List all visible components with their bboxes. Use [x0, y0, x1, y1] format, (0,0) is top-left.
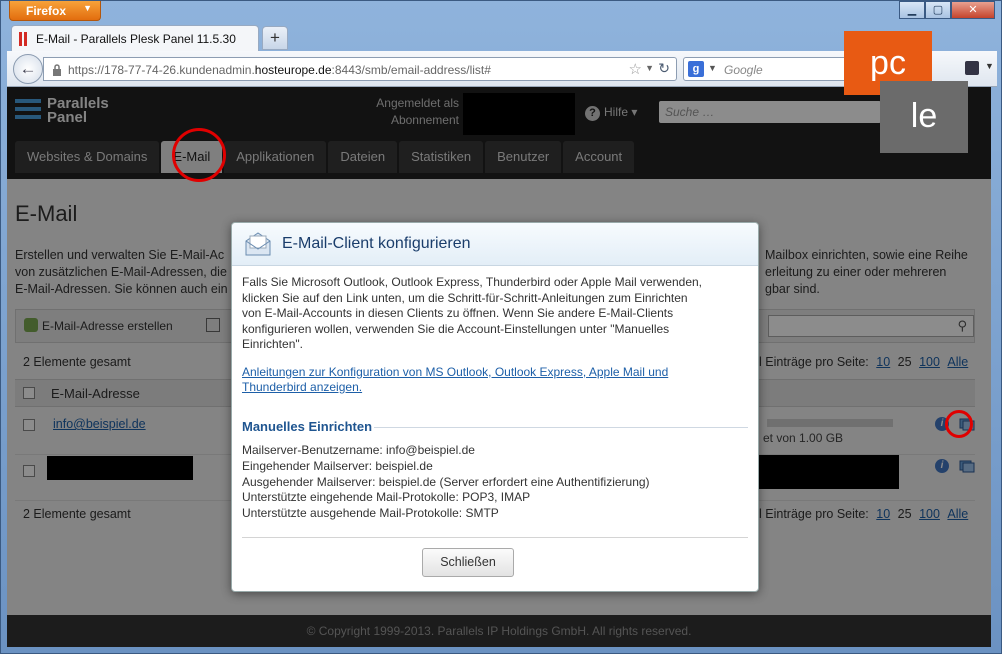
- new-tab-button[interactable]: +: [262, 26, 288, 50]
- mail-client-icon-highlight-circle: [945, 410, 973, 438]
- dialog-title: E-Mail-Client konfigurieren: [282, 235, 471, 252]
- link-line: Anleitungen zur Konfiguration von MS Out…: [242, 364, 669, 379]
- minimize-button[interactable]: ▁: [899, 1, 925, 19]
- firefox-label: Firefox: [26, 4, 67, 18]
- dialog-header: E-Mail-Client konfigurieren: [232, 223, 758, 266]
- detail-line: Unterstützte eingehende Mail-Protokolle:…: [242, 490, 531, 505]
- watermark-logo: le: [880, 81, 968, 153]
- url-prefix: https://178-77-74-26.kundenadmin.: [68, 63, 255, 77]
- manual-setup-details: Mailserver-Benutzername: info@beispiel.d…: [242, 443, 650, 522]
- intro-line: konfigurieren wollen, verwenden Sie die …: [242, 321, 670, 336]
- close-window-button[interactable]: ✕: [951, 1, 995, 19]
- section-divider: [374, 427, 748, 428]
- detail-line: Ausgehender Mailserver: beispiel.de (Ser…: [242, 474, 650, 489]
- tab-title: E-Mail - Parallels Plesk Panel 11.5.30: [36, 32, 236, 46]
- url-host: hosteurope.de: [254, 63, 332, 77]
- plesk-favicon-icon: [19, 32, 28, 46]
- back-arrow-icon[interactable]: ←: [13, 54, 43, 84]
- dialog-divider: [242, 537, 748, 538]
- url-suffix: :8443/smb/email-address/list#: [331, 63, 491, 77]
- email-client-dialog: E-Mail-Client konfigurieren Falls Sie Mi…: [231, 222, 759, 592]
- envelope-icon: [245, 232, 271, 256]
- chevron-down-icon: ▼: [83, 3, 92, 13]
- chevron-down-icon[interactable]: ▼: [985, 61, 994, 71]
- url-history-dropdown-icon[interactable]: ▼: [645, 63, 654, 73]
- detail-line: Eingehender Mailserver: beispiel.de: [242, 458, 433, 473]
- maximize-button[interactable]: ▢: [925, 1, 951, 19]
- intro-line: von E-Mail-Accounts in diesen Clients zu…: [242, 306, 674, 320]
- browser-window: Firefox ▼ ▁ ▢ ✕ E-Mail - Parallels Plesk…: [0, 0, 1002, 654]
- email-tab-highlight-circle: [172, 128, 226, 182]
- link-line: Thunderbird anzeigen.: [242, 380, 363, 394]
- intro-line: Falls Sie Microsoft Outlook, Outlook Exp…: [242, 275, 702, 289]
- intro-line: Einrichten".: [242, 337, 303, 351]
- manual-setup-heading: Manuelles Einrichten: [242, 419, 373, 434]
- search-placeholder: Google: [724, 63, 763, 77]
- close-dialog-button[interactable]: Schließen: [422, 548, 514, 577]
- dialog-intro: Falls Sie Microsoft Outlook, Outlook Exp…: [242, 275, 748, 396]
- client-instructions-link[interactable]: Anleitungen zur Konfiguration von MS Out…: [242, 365, 668, 395]
- toolbar-menu-icon[interactable]: [965, 61, 979, 75]
- lock-icon: [53, 64, 61, 76]
- intro-line: klicken Sie auf den Link unten, um die S…: [242, 290, 688, 305]
- window-controls: ▁ ▢ ✕: [899, 1, 995, 19]
- browser-tab[interactable]: E-Mail - Parallels Plesk Panel 11.5.30: [11, 25, 259, 51]
- detail-line: Mailserver-Benutzername: info@beispiel.d…: [242, 443, 475, 457]
- google-icon[interactable]: g: [688, 61, 704, 77]
- search-engine-dropdown-icon[interactable]: ▼: [708, 63, 717, 73]
- address-bar[interactable]: https://178-77-74-26.kundenadmin.hosteur…: [43, 57, 677, 81]
- firefox-menu-button[interactable]: Firefox ▼: [9, 1, 101, 21]
- reload-icon[interactable]: ↻: [658, 60, 670, 77]
- detail-line: Unterstützte ausgehende Mail-Protokolle:…: [242, 506, 499, 521]
- bookmark-star-icon[interactable]: ☆: [629, 60, 642, 78]
